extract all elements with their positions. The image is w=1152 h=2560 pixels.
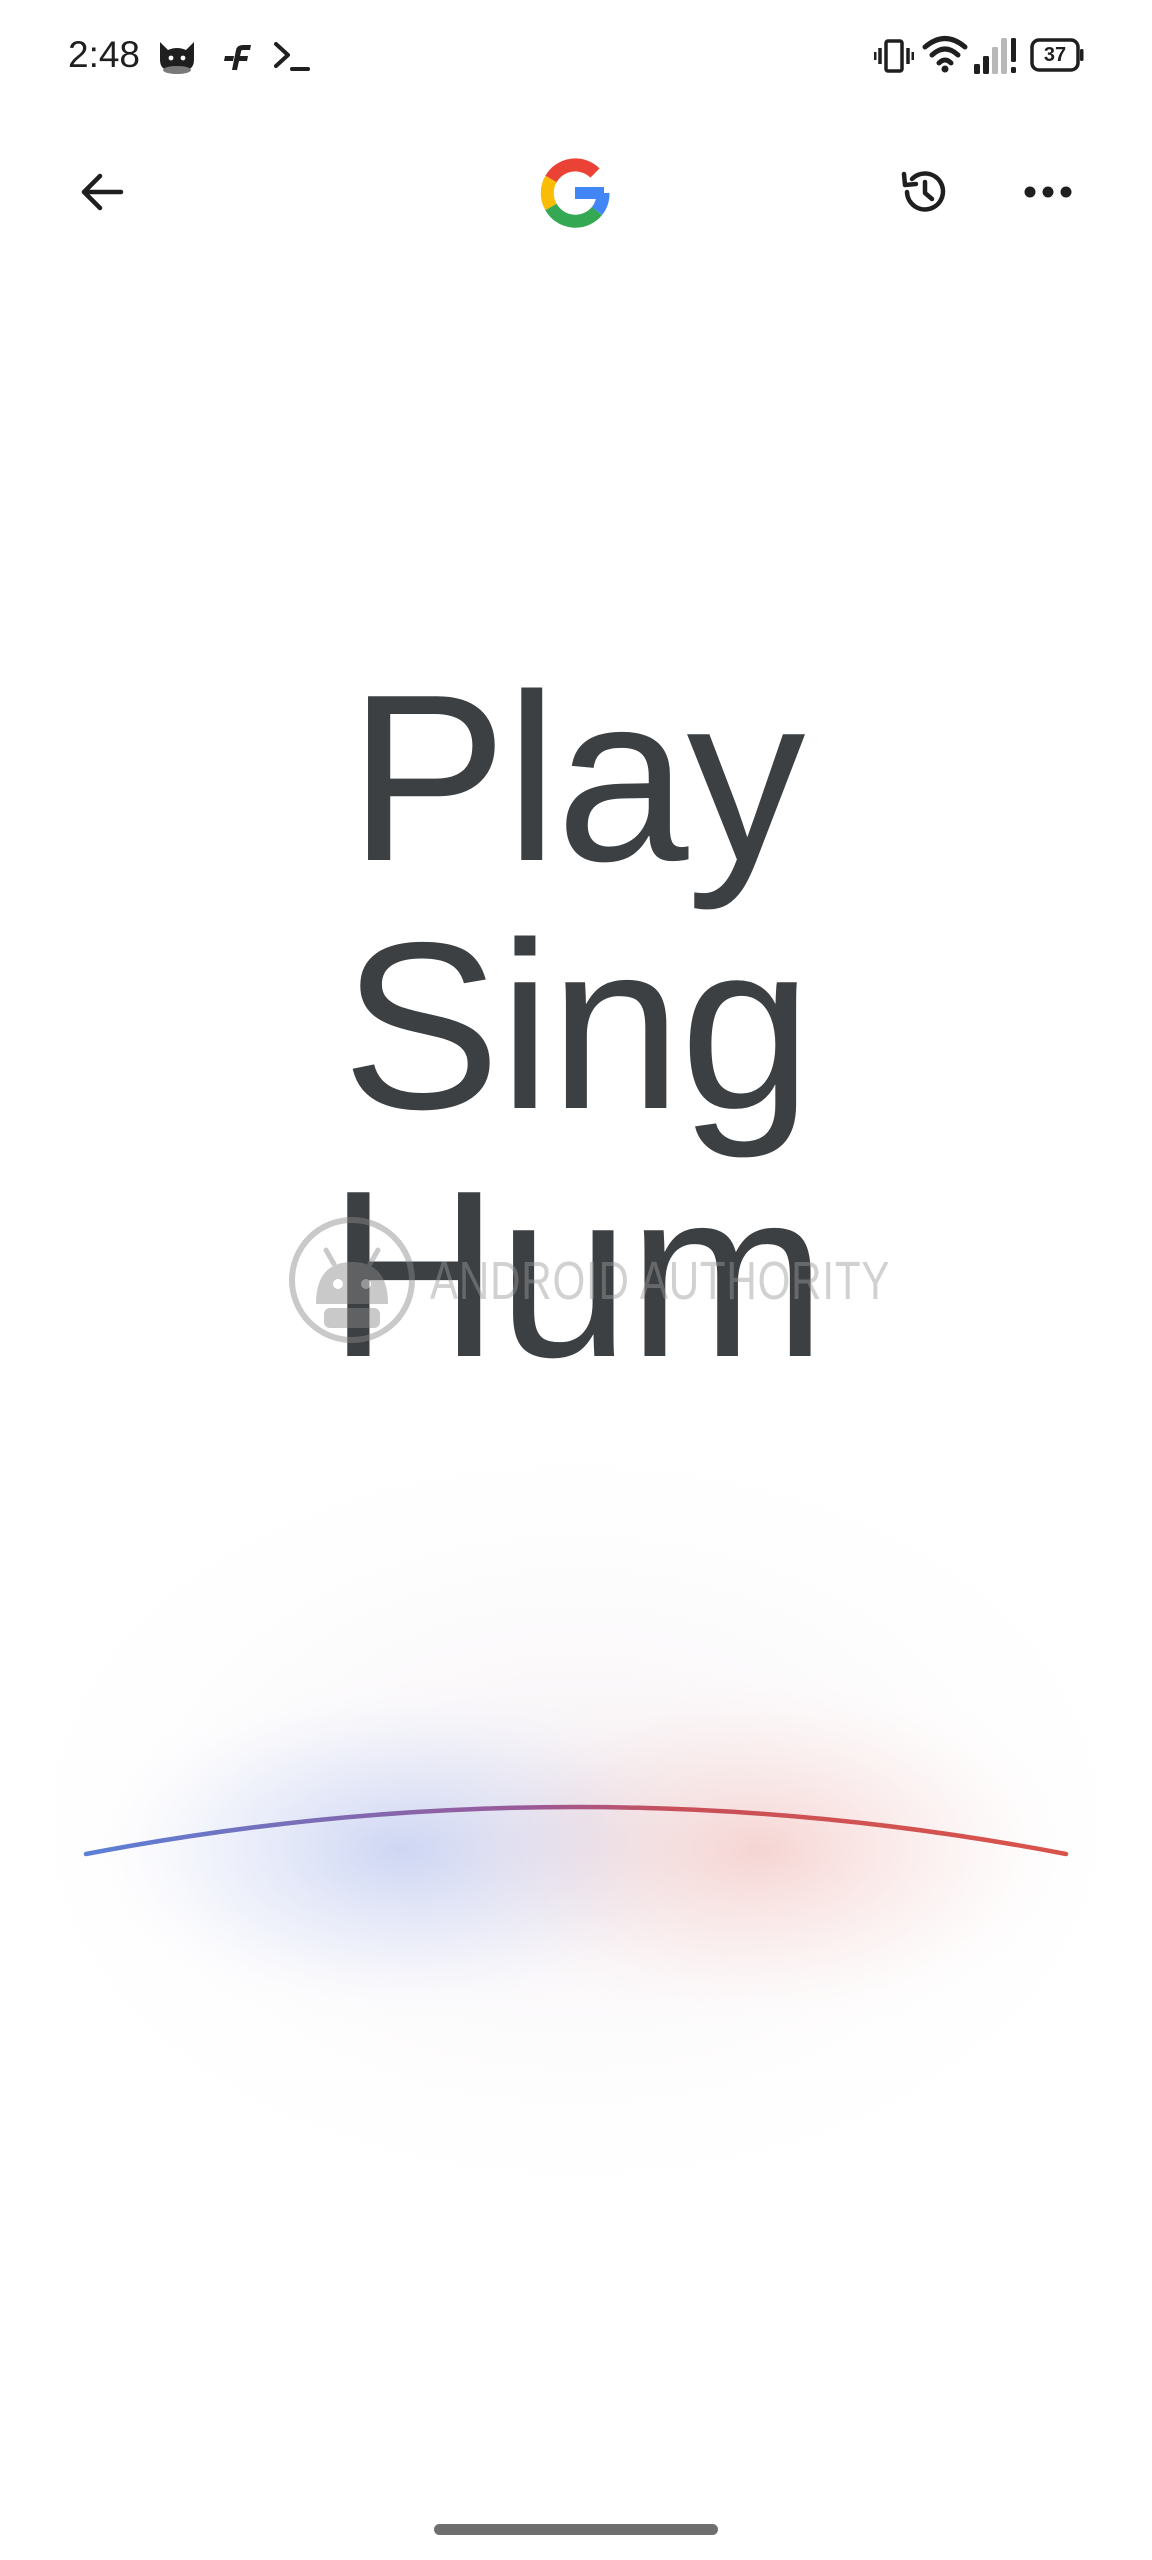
cat-app-icon	[160, 42, 194, 74]
signal-icon	[974, 38, 1016, 74]
audio-arc	[83, 1804, 1069, 1857]
glow-red	[420, 1660, 1100, 2040]
listening-animation	[0, 1400, 1152, 2240]
glow-blue	[70, 1670, 730, 2030]
more-horizontal-icon	[1024, 186, 1072, 198]
more-options-button[interactable]	[1000, 144, 1096, 240]
f-app-icon	[224, 45, 251, 70]
google-g-logo	[539, 157, 611, 229]
gesture-handle[interactable]	[434, 2524, 718, 2535]
prompt-play: Play	[348, 646, 806, 911]
history-button[interactable]	[876, 144, 972, 240]
history-icon	[901, 171, 946, 212]
battery-level: 37	[1043, 44, 1067, 66]
prompt-hum: Hum	[327, 1142, 827, 1407]
arrow-left-icon	[81, 173, 124, 211]
wifi-icon	[922, 36, 968, 73]
status-time: 2:48	[68, 34, 141, 75]
status-bar: 2:48 37	[0, 0, 1152, 112]
battery-icon: 37	[1030, 38, 1084, 72]
terminal-icon	[274, 42, 310, 71]
listening-prompt: Play Sing Hum	[0, 655, 1152, 1399]
glow-outer	[0, 1400, 1152, 2240]
prompt-sing: Sing	[341, 894, 812, 1159]
back-button[interactable]	[54, 144, 150, 240]
vibrate-icon	[874, 39, 914, 73]
